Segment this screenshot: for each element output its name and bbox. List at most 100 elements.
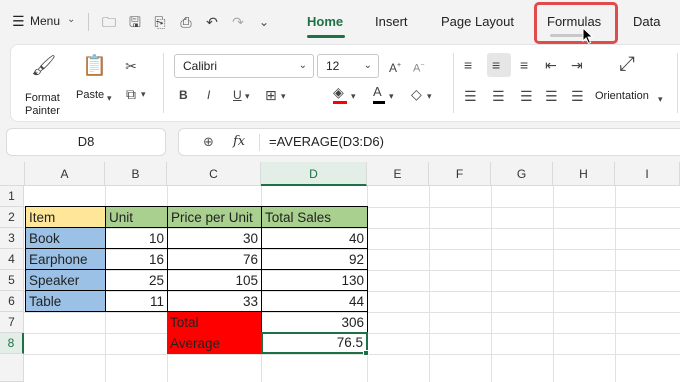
tab-insert[interactable]: Insert (375, 14, 408, 29)
increase-font-size-icon[interactable]: A+ (389, 57, 401, 77)
orientation-icon[interactable]: ⤢ (619, 54, 635, 74)
table-cell[interactable]: 10 (105, 227, 168, 249)
font-name-select[interactable]: Calibri ⌄ (174, 54, 314, 78)
table-cell[interactable]: Earphone (25, 248, 106, 270)
column-header[interactable]: F (429, 162, 491, 186)
distributed-icon[interactable]: ☰ (571, 87, 584, 105)
column-header[interactable]: I (615, 162, 680, 186)
align-center-icon[interactable]: ☰ (492, 87, 505, 105)
tab-page-layout[interactable]: Page Layout (441, 14, 514, 29)
formula-bar[interactable]: ⊕ fx =AVERAGE(D3:D6) (178, 128, 680, 156)
select-all-corner[interactable] (0, 162, 25, 186)
average-label-cell[interactable]: Average (167, 333, 261, 354)
increase-indent-icon[interactable]: ⇥ (571, 56, 583, 74)
align-left-icon[interactable]: ☰ (464, 87, 477, 105)
table-cell[interactable]: 30 (167, 227, 262, 249)
clear-dropdown-icon[interactable]: ▾ (427, 87, 432, 105)
row-header[interactable]: 7 (0, 312, 24, 333)
chevron-down-icon[interactable]: ⌄ (67, 14, 75, 25)
table-cell[interactable]: Speaker (25, 269, 106, 291)
table-cell[interactable]: 92 (261, 248, 368, 270)
borders-icon[interactable]: ⊞ (265, 86, 277, 104)
table-header-cell[interactable]: Unit (105, 206, 168, 228)
fill-color-dropdown-icon[interactable]: ▾ (351, 87, 356, 105)
row-header[interactable]: 1 (0, 186, 24, 207)
table-header-cell[interactable]: Item (25, 206, 106, 228)
table-header-cell[interactable]: Total Sales (261, 206, 368, 228)
column-header[interactable]: G (491, 162, 553, 186)
name-box[interactable]: D8 (6, 128, 166, 156)
customize-toolbar-icon[interactable]: ⌄ (255, 13, 273, 31)
export-pdf-icon[interactable]: ⎘ (151, 13, 169, 31)
undo-icon[interactable]: ↶ (203, 13, 221, 31)
table-cell[interactable]: Table (25, 290, 106, 312)
orientation-button[interactable]: Orientation (595, 90, 649, 102)
insert-function-icon[interactable]: fx (233, 134, 245, 149)
table-cell[interactable]: 105 (167, 269, 262, 291)
underline-dropdown-icon[interactable]: ▾ (245, 87, 250, 105)
save-icon[interactable]: 🖫 (126, 13, 144, 31)
row-header[interactable]: 4 (0, 249, 24, 270)
cut-icon[interactable]: ✂ (121, 57, 141, 75)
row-header[interactable]: 5 (0, 270, 24, 291)
font-size-select[interactable]: 12 ⌄ (317, 54, 379, 78)
table-cell[interactable]: 25 (105, 269, 168, 291)
menu-icon[interactable]: ☰ (12, 13, 25, 30)
format-painter-icon[interactable]: 🖌 (31, 56, 56, 76)
print-icon[interactable]: ⎙ (177, 13, 195, 31)
total-label-cell[interactable]: Total (167, 312, 261, 333)
clear-formatting-icon[interactable]: ◇ (411, 85, 422, 103)
orientation-dropdown-icon[interactable]: ▾ (658, 90, 663, 108)
justify-icon[interactable]: ☰ (545, 87, 558, 105)
italic-icon[interactable]: I (207, 86, 210, 104)
column-header[interactable]: A (25, 162, 105, 186)
row-header[interactable]: 6 (0, 291, 24, 312)
redo-icon[interactable]: ↷ (229, 13, 247, 31)
decrease-indent-icon[interactable]: ⇤ (545, 56, 557, 74)
borders-dropdown-icon[interactable]: ▾ (281, 87, 286, 105)
table-cell[interactable]: 40 (261, 227, 368, 249)
font-color-dropdown-icon[interactable]: ▾ (389, 87, 394, 105)
average-value-cell[interactable]: 76.5 (261, 332, 368, 354)
format-painter-button[interactable]: Format Painter (25, 92, 65, 118)
tab-home[interactable]: Home (307, 14, 343, 29)
fill-color-icon[interactable]: ◈ (333, 83, 344, 101)
row-header[interactable]: 3 (0, 228, 24, 249)
table-header-cell[interactable]: Price per Unit (167, 206, 262, 228)
table-cell[interactable]: 76 (167, 248, 262, 270)
align-top-icon[interactable]: ≡ (464, 56, 472, 74)
fill-handle[interactable] (363, 350, 369, 356)
column-header[interactable]: B (105, 162, 167, 186)
paste-icon[interactable]: 📋 (82, 56, 107, 76)
table-cell[interactable]: 130 (261, 269, 368, 291)
table-cell[interactable]: 44 (261, 290, 368, 312)
decrease-font-size-icon[interactable]: A− (413, 57, 424, 78)
column-header[interactable]: E (367, 162, 429, 186)
row-header[interactable]: 2 (0, 207, 24, 228)
divider (88, 13, 89, 31)
align-right-icon[interactable]: ☰ (520, 87, 533, 105)
column-header[interactable]: H (553, 162, 615, 186)
table-cell[interactable]: 16 (105, 248, 168, 270)
zoom-icon[interactable]: ⊕ (203, 134, 214, 150)
bold-icon[interactable]: B (179, 86, 188, 104)
align-bottom-icon[interactable]: ≡ (520, 56, 528, 74)
copy-dropdown-icon[interactable]: ▾ (141, 85, 146, 103)
underline-icon[interactable]: U (233, 86, 242, 104)
open-folder-icon[interactable]: 🗀 (100, 13, 118, 31)
formula-input[interactable]: =AVERAGE(D3:D6) (269, 134, 384, 149)
total-value-cell[interactable]: 306 (261, 311, 368, 333)
font-color-icon[interactable]: A (373, 83, 382, 101)
column-header[interactable]: D (261, 162, 367, 186)
table-cell[interactable]: Book (25, 227, 106, 249)
tab-data[interactable]: Data (633, 14, 660, 29)
table-cell[interactable]: 11 (105, 290, 168, 312)
row-header[interactable]: 8 (0, 333, 24, 354)
paste-dropdown-icon[interactable]: ▾ (107, 89, 112, 107)
spreadsheet-grid[interactable]: A B C D E F G H I 1 2 3 4 5 6 7 8 Item U… (0, 162, 680, 382)
copy-icon[interactable]: ⧉ (121, 85, 141, 103)
column-header[interactable]: C (167, 162, 261, 186)
table-cell[interactable]: 33 (167, 290, 262, 312)
paste-button[interactable]: Paste (76, 89, 104, 101)
menu-button[interactable]: Menu (30, 14, 60, 28)
